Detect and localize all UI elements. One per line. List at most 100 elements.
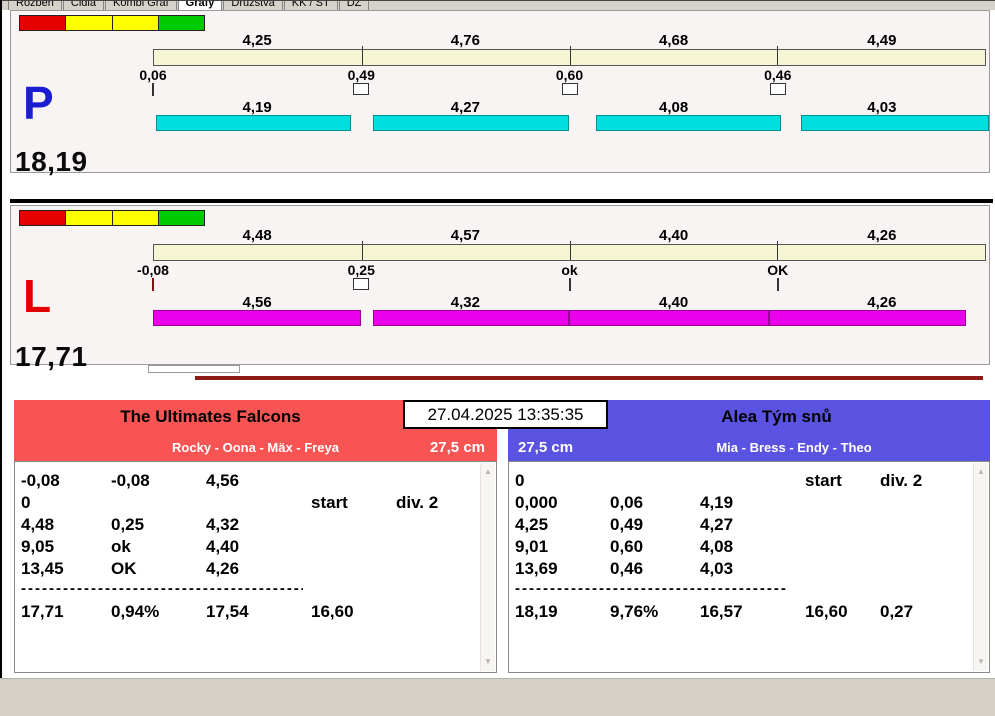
- changeover-label: -0,08: [137, 262, 169, 278]
- track-line: [195, 376, 983, 380]
- results-rows: 0 start div. 2 0,000 0,06 4,19 4,25 0,49 4,27 9,0…: [509, 462, 989, 580]
- table-cell: 0,46: [610, 559, 644, 578]
- exchange-time-bar: [153, 46, 986, 66]
- lane-panel-p: P 4,25 4,76 4,68 4,49 0,06 0,49 0,60 0,46 4,19…: [10, 10, 990, 177]
- team-members: Mia - Bress - Endy - Theo: [716, 440, 872, 455]
- split-bar: [153, 310, 361, 326]
- changeover-label: 0,60: [555, 67, 584, 83]
- sensor-checkbox[interactable]: [769, 83, 786, 95]
- table-cell: [311, 558, 396, 580]
- table-cell: 0,49: [610, 515, 644, 534]
- jump-height: 27,5 cm: [518, 439, 574, 456]
- light-segment: [66, 16, 113, 30]
- table-cell: start: [311, 493, 348, 512]
- tab[interactable]: Grafy: [177, 1, 223, 10]
- jump-height: 27,5 cm: [429, 439, 485, 456]
- split-time-label: 4,25: [242, 32, 272, 49]
- table-cell: 17,54: [206, 602, 249, 621]
- scroll-up-icon[interactable]: ▲: [481, 464, 495, 480]
- table-cell: start: [805, 471, 842, 490]
- table-cell: 13,69: [515, 559, 558, 578]
- tab[interactable]: Čidla: [62, 1, 104, 10]
- split-bar: [596, 115, 781, 131]
- light-segment: [20, 16, 67, 30]
- sensor-checkbox[interactable]: [353, 83, 370, 95]
- table-cell: 4,32: [206, 515, 240, 534]
- tab[interactable]: Družstva: [223, 1, 283, 10]
- table-cell: 4,56: [206, 471, 240, 490]
- lane-divider: [10, 199, 993, 203]
- changeover-label: 0,06: [139, 67, 167, 83]
- lane-total-time: 17,71: [15, 341, 88, 372]
- split-time-label: 4,56: [242, 294, 272, 311]
- vertical-scrollbar[interactable]: ▲ ▼: [973, 463, 988, 671]
- table-cell: 0: [21, 493, 31, 512]
- split-time-label: 4,40: [659, 294, 689, 311]
- table-cell: 16,57: [700, 602, 743, 621]
- bar-tick: [569, 241, 571, 260]
- split-times-bottom: 4,19 4,27 4,08 4,03: [153, 99, 986, 116]
- tab[interactable]: Rozběh: [8, 1, 62, 10]
- changeover-labels: -0,08 0,25 ok OK: [137, 262, 986, 278]
- results-totals: 18,19 9,76% 16,57 16,60 0,27: [509, 598, 989, 623]
- table-cell: 0,000: [515, 493, 558, 512]
- table-cell: ok: [111, 537, 131, 556]
- tab[interactable]: KK / ST: [283, 1, 338, 10]
- sensor-tick-icon: [776, 278, 779, 291]
- split-bar: [769, 310, 966, 326]
- table-cell: OK: [111, 559, 137, 578]
- lane-letter-p: P: [23, 77, 54, 129]
- tab[interactable]: Kombi Graf: [105, 1, 177, 10]
- table-cell: [805, 558, 880, 580]
- changeover-labels: 0,06 0,49 0,60 0,46: [139, 67, 986, 83]
- table-cell: 4,40: [206, 537, 240, 556]
- sensor-marks: [152, 83, 986, 99]
- changeover-label: 0,46: [764, 67, 792, 83]
- split-bar: [569, 310, 769, 326]
- table-cell: 4,26: [206, 559, 240, 578]
- light-segment: [66, 211, 113, 225]
- light-segment: [20, 211, 67, 225]
- vertical-scrollbar[interactable]: ▲ ▼: [480, 463, 495, 671]
- results-table-right: 0 start div. 2 0,000 0,06 4,19 4,25 0,49 4,27 9,0…: [508, 461, 990, 673]
- table-cell: [805, 514, 880, 536]
- table-cell: 4,03: [700, 559, 734, 578]
- results-separator: ----------------------------------------…: [21, 582, 303, 597]
- split-time-label: 4,32: [450, 294, 480, 311]
- window-left-border: [0, 0, 2, 680]
- bar-tick: [569, 46, 571, 65]
- light-segment: [158, 211, 204, 225]
- changeover-label: 0,49: [347, 67, 375, 83]
- changeover-label: OK: [767, 262, 789, 278]
- sensor-checkbox[interactable]: [561, 83, 578, 95]
- lane-panel-l: L 4,48 4,57 4,40 4,26 -0,08 0,25 ok OK 4,56 4,3…: [10, 205, 990, 372]
- table-cell: 0,94%: [111, 602, 160, 621]
- split-bar: [156, 115, 351, 131]
- sensor-checkbox[interactable]: [353, 278, 370, 290]
- bar-tick: [777, 46, 779, 65]
- table-cell: 13,45: [21, 559, 64, 578]
- sensor-tick-icon: [152, 278, 154, 291]
- table-cell: 9,01: [515, 537, 549, 556]
- bar-tick: [361, 241, 363, 260]
- table-cell: [805, 536, 880, 558]
- table-cell: 18,19: [515, 602, 558, 621]
- lane-total-time: 18,19: [15, 146, 88, 177]
- scroll-down-icon[interactable]: ▼: [974, 654, 988, 670]
- split-time-label: 4,19: [242, 99, 272, 116]
- table-cell: 16,60: [805, 602, 848, 621]
- table-cell: [206, 492, 311, 514]
- table-cell: [700, 470, 805, 492]
- table-cell: 0: [515, 471, 525, 490]
- split-time-label: 4,27: [450, 99, 480, 116]
- scroll-up-icon[interactable]: ▲: [974, 464, 988, 480]
- table-cell: -0,08: [21, 471, 60, 490]
- bar-tick: [361, 46, 363, 65]
- tab-bar: Rozběh Čidla Kombi Graf Grafy Družstva KK / S…: [2, 0, 995, 10]
- split-time-label: 4,40: [659, 227, 689, 244]
- scroll-down-icon[interactable]: ▼: [481, 654, 495, 670]
- light-segment: [112, 16, 159, 30]
- tab[interactable]: DZ: [338, 1, 370, 10]
- table-cell: 4,19: [700, 493, 734, 512]
- table-cell: [311, 470, 396, 492]
